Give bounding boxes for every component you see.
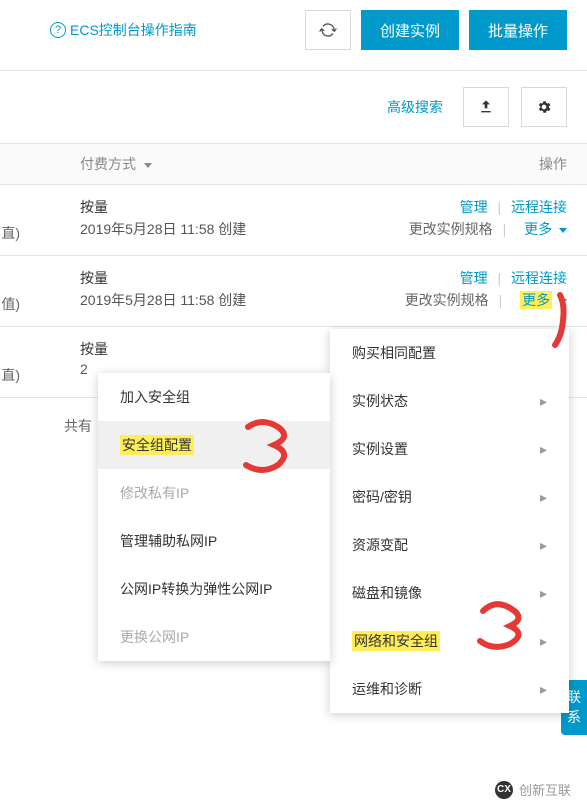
- submenu-item-modify-private-ip: 修改私有IP: [98, 469, 330, 517]
- submenu-item-manage-secondary-ip[interactable]: 管理辅助私网IP: [98, 517, 330, 565]
- chevron-down-icon: [559, 299, 567, 304]
- watermark: CX 创新互联: [487, 776, 579, 803]
- menu-item-disk-image[interactable]: 磁盘和镜像 ▸: [330, 569, 569, 617]
- chevron-right-icon: ▸: [540, 441, 547, 458]
- more-menu: 购买相同配置 实例状态 ▸ 实例设置 ▸ 密码/密钥 ▸ 资源变配 ▸ 磁盘和镜…: [330, 329, 569, 713]
- menu-item-password-key[interactable]: 密码/密钥 ▸: [330, 473, 569, 521]
- table-header-row: 付费方式 操作: [0, 144, 587, 185]
- help-label: ECS控制台操作指南: [70, 20, 197, 40]
- row-left-suffix: 值): [0, 268, 20, 314]
- chevron-right-icon: ▸: [540, 489, 547, 506]
- ecs-help-link[interactable]: ? ECS控制台操作指南: [50, 20, 295, 40]
- export-icon: [478, 99, 494, 115]
- chevron-right-icon: ▸: [540, 681, 547, 698]
- menu-item-buy-same-config[interactable]: 购买相同配置: [330, 329, 569, 377]
- gear-icon: [536, 99, 552, 115]
- change-spec-link[interactable]: 更改实例规格: [409, 221, 493, 237]
- chevron-right-icon: ▸: [540, 537, 547, 554]
- refresh-icon: [317, 19, 339, 41]
- menu-item-instance-settings[interactable]: 实例设置 ▸: [330, 425, 569, 473]
- settings-button[interactable]: [521, 87, 567, 127]
- col-header-operation: 操作: [539, 154, 567, 174]
- remote-connect-link[interactable]: 远程连接: [511, 199, 567, 215]
- manage-link[interactable]: 管理: [460, 270, 488, 286]
- billing-type: 按量: [80, 268, 367, 288]
- remote-connect-link[interactable]: 远程连接: [511, 270, 567, 286]
- batch-operate-button[interactable]: 批量操作: [469, 10, 567, 50]
- submenu-item-join-sg[interactable]: 加入安全组: [98, 373, 330, 421]
- row-left-suffix: 直): [0, 339, 20, 385]
- chevron-right-icon: ▸: [540, 633, 547, 650]
- created-date: 2019年5月28日 11:58 创建: [80, 290, 367, 310]
- row-left-suffix: 直): [0, 197, 20, 243]
- menu-item-ops-diagnosis[interactable]: 运维和诊断 ▸: [330, 665, 569, 713]
- submenu-item-sg-config[interactable]: 安全组配置: [98, 421, 330, 469]
- table-row: 值) 按量 2019年5月28日 11:58 创建 管理 | 远程连接 更改实例…: [0, 256, 587, 327]
- menu-item-network-security-group[interactable]: 网络和安全组 ▸: [330, 617, 569, 665]
- chevron-down-icon: [559, 228, 567, 233]
- chevron-down-icon: [144, 163, 152, 168]
- more-dropdown[interactable]: 更多: [520, 292, 567, 308]
- manage-link[interactable]: 管理: [460, 199, 488, 215]
- table-row: 直) 按量 2019年5月28日 11:58 创建 管理 | 远程连接 更改实例…: [0, 185, 587, 256]
- chevron-right-icon: ▸: [540, 393, 547, 410]
- billing-type: 按量: [80, 339, 367, 359]
- advanced-search-link[interactable]: 高级搜索: [387, 97, 443, 117]
- created-date: 2019年5月28日 11:58 创建: [80, 219, 367, 239]
- watermark-logo: CX: [495, 781, 513, 799]
- watermark-text: 创新互联: [519, 780, 571, 799]
- more-dropdown[interactable]: 更多: [524, 221, 567, 237]
- submenu-item-change-public-ip: 更换公网IP: [98, 613, 330, 661]
- refresh-button[interactable]: [305, 10, 351, 50]
- billing-type: 按量: [80, 197, 367, 217]
- export-button[interactable]: [463, 87, 509, 127]
- create-instance-button[interactable]: 创建实例: [361, 10, 459, 50]
- help-icon: ?: [50, 22, 66, 38]
- submenu-item-convert-eip[interactable]: 公网IP转换为弹性公网IP: [98, 565, 330, 613]
- menu-item-instance-status[interactable]: 实例状态 ▸: [330, 377, 569, 425]
- col-header-payment[interactable]: 付费方式: [80, 154, 539, 174]
- change-spec-link[interactable]: 更改实例规格: [405, 292, 489, 308]
- menu-item-resource-change[interactable]: 资源变配 ▸: [330, 521, 569, 569]
- chevron-right-icon: ▸: [540, 585, 547, 602]
- network-security-submenu: 加入安全组 安全组配置 修改私有IP 管理辅助私网IP 公网IP转换为弹性公网I…: [98, 373, 330, 661]
